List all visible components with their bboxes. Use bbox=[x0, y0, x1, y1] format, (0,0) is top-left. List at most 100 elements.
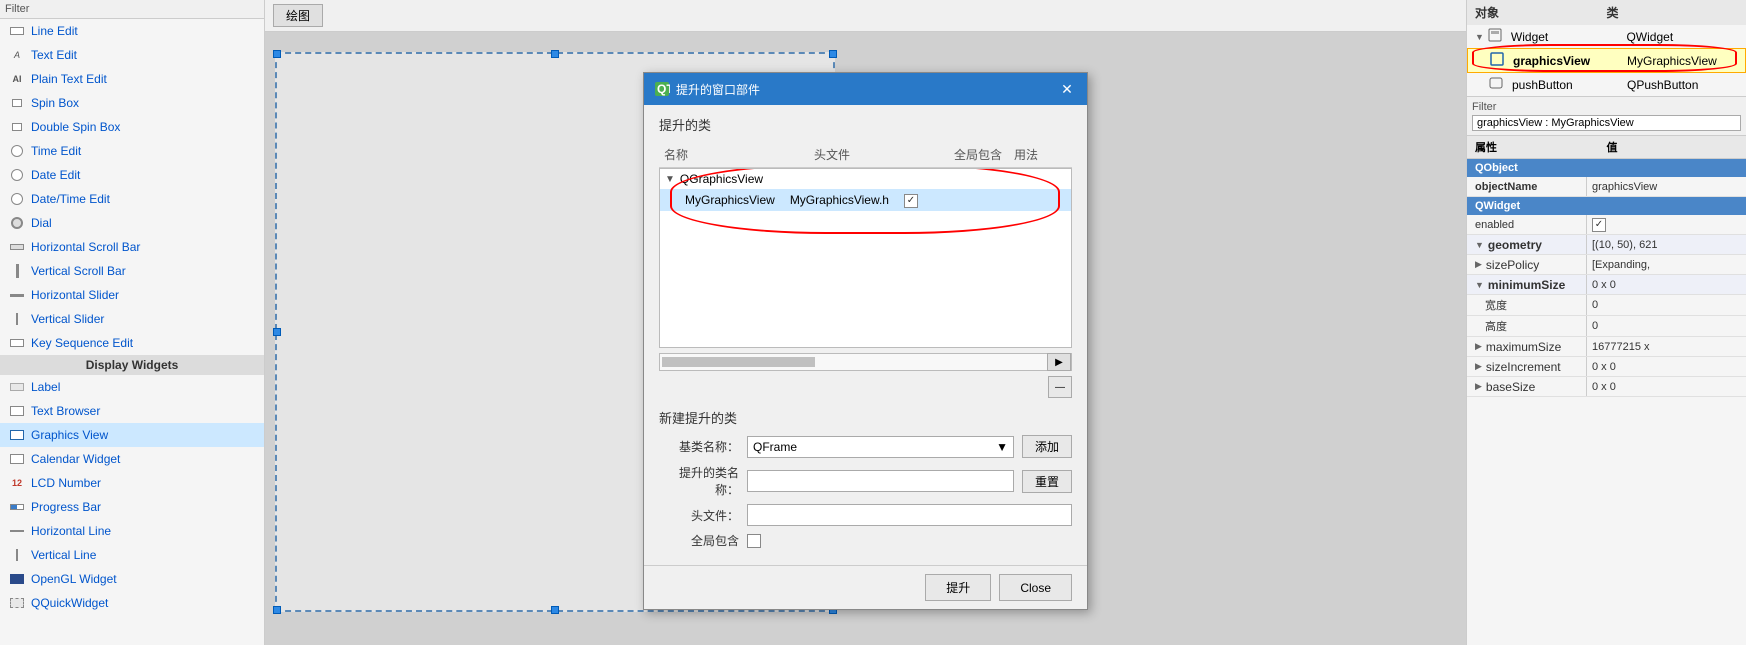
expand-icon[interactable]: ▶ bbox=[1475, 259, 1482, 270]
scrollbar-area: ▶ bbox=[659, 353, 1072, 371]
tree-child-row[interactable]: MyGraphicsView MyGraphicsView.h bbox=[660, 189, 1071, 211]
reset-button[interactable]: 重置 bbox=[1022, 470, 1072, 493]
sizeincrement-row[interactable]: ▶ sizeIncrement 0 x 0 bbox=[1467, 357, 1746, 377]
minimumsize-prop: ▼ minimumSize bbox=[1467, 275, 1587, 294]
hline-icon bbox=[8, 522, 26, 540]
enabled-value[interactable] bbox=[1587, 215, 1746, 234]
sidebar-item-vscrollbar[interactable]: Vertical Scroll Bar bbox=[0, 259, 264, 283]
chevron-down-icon: ▼ bbox=[1475, 32, 1484, 42]
objectname-value[interactable]: graphicsView bbox=[1587, 177, 1746, 196]
sidebar-scroll[interactable]: Line Edit A Text Edit AI Plain Text Edit… bbox=[0, 19, 264, 645]
expand-icon[interactable]: ▼ bbox=[1475, 240, 1484, 250]
hslider-icon bbox=[8, 286, 26, 304]
height-row[interactable]: 高度 0 bbox=[1467, 316, 1746, 337]
expand-icon[interactable]: ▼ bbox=[1475, 280, 1484, 290]
sidebar-item-dial[interactable]: Dial bbox=[0, 211, 264, 235]
sizepolicy-row[interactable]: ▶ sizePolicy [Expanding, bbox=[1467, 255, 1746, 275]
tree-child-checkbox[interactable] bbox=[904, 192, 918, 208]
plaintextedit-icon: AI bbox=[8, 70, 26, 88]
sidebar-item-hscrollbar[interactable]: Horizontal Scroll Bar bbox=[0, 235, 264, 259]
sidebar-item-horizontal-line[interactable]: Horizontal Line bbox=[0, 519, 264, 543]
promote-button[interactable]: 提升 bbox=[925, 574, 991, 601]
global-include-check[interactable] bbox=[747, 534, 761, 548]
draw-button[interactable]: 绘图 bbox=[273, 4, 323, 27]
base-class-select[interactable]: QFrame ▼ bbox=[747, 436, 1014, 458]
sidebar-item-datetime-edit[interactable]: Date/Time Edit bbox=[0, 187, 264, 211]
tree-widget-item[interactable]: ▼ Widget QWidget bbox=[1467, 25, 1746, 48]
sidebar-item-text-browser[interactable]: Text Browser bbox=[0, 399, 264, 423]
graphicsview-tree-icon bbox=[1490, 52, 1504, 69]
sidebar-item-lcd-number[interactable]: 12 LCD Number bbox=[0, 471, 264, 495]
graphicsview-class: MyGraphicsView bbox=[1627, 54, 1737, 68]
vslider-icon bbox=[8, 310, 26, 328]
sidebar-item-double-spin-box[interactable]: Double Spin Box bbox=[0, 115, 264, 139]
tree-graphicsview-item[interactable]: graphicsView MyGraphicsView bbox=[1467, 48, 1746, 73]
minus-button[interactable]: — bbox=[1048, 376, 1072, 398]
sidebar-item-label: Text Edit bbox=[31, 48, 77, 62]
sidebar-item-hslider[interactable]: Horizontal Slider bbox=[0, 283, 264, 307]
right-filter-input[interactable] bbox=[1472, 115, 1741, 131]
sidebar-item-label: Double Spin Box bbox=[31, 120, 120, 134]
dialog-close-button[interactable]: ✕ bbox=[1057, 79, 1077, 99]
svg-text:QT: QT bbox=[657, 82, 670, 96]
enabled-row[interactable]: enabled bbox=[1467, 215, 1746, 235]
tree-pushbutton-item[interactable]: pushButton QPushButton bbox=[1467, 73, 1746, 96]
header-file-label: 头文件： bbox=[659, 507, 739, 524]
sidebar-item-qquick-widget[interactable]: QQuickWidget bbox=[0, 591, 264, 615]
sidebar-item-graphics-view[interactable]: Graphics View bbox=[0, 423, 264, 447]
scroll-right-btn[interactable]: ▶ bbox=[1047, 353, 1071, 371]
section1-title: 提升的类 bbox=[659, 115, 1072, 134]
sidebar: Filter Line Edit A Text Edit AI Plain Te… bbox=[0, 0, 265, 645]
enabled-checkbox[interactable] bbox=[1592, 218, 1606, 232]
object-tree-header: 对象 类 bbox=[1467, 0, 1746, 25]
qt-icon: QT bbox=[654, 81, 670, 97]
header-file-input[interactable] bbox=[747, 504, 1072, 526]
sizepolicy-prop: ▶ sizePolicy bbox=[1467, 255, 1587, 274]
sidebar-item-progress-bar[interactable]: Progress Bar bbox=[0, 495, 264, 519]
height-value[interactable]: 0 bbox=[1587, 316, 1746, 336]
progressbar-icon bbox=[8, 498, 26, 516]
pushbutton-tree-icon bbox=[1489, 76, 1503, 93]
global-include-checkbox[interactable] bbox=[904, 194, 918, 208]
sidebar-item-plain-text-edit[interactable]: AI Plain Text Edit bbox=[0, 67, 264, 91]
graphicsview-icon bbox=[8, 426, 26, 444]
properties-table: QObject objectName graphicsView QWidget … bbox=[1467, 159, 1746, 645]
maximumsize-row[interactable]: ▶ maximumSize 16777215 x bbox=[1467, 337, 1746, 357]
promoted-name-row: 提升的类名称： 重置 bbox=[659, 464, 1072, 498]
promoted-name-label: 提升的类名称： bbox=[659, 464, 739, 498]
sidebar-item-label[interactable]: Label bbox=[0, 375, 264, 399]
geometry-row[interactable]: ▼ geometry [(10, 50), 621 bbox=[1467, 235, 1746, 255]
sidebar-item-calendar-widget[interactable]: Calendar Widget bbox=[0, 447, 264, 471]
expand-icon[interactable]: ▶ bbox=[1475, 381, 1482, 392]
spinbox-icon bbox=[8, 94, 26, 112]
chevron-down-icon: ▼ bbox=[665, 174, 675, 185]
add-button[interactable]: 添加 bbox=[1022, 435, 1072, 458]
sidebar-item-label: Horizontal Scroll Bar bbox=[31, 240, 140, 254]
sidebar-item-label: OpenGL Widget bbox=[31, 572, 117, 586]
basesize-row[interactable]: ▶ baseSize 0 x 0 bbox=[1467, 377, 1746, 397]
tree-parent-row[interactable]: ▼ QGraphicsView bbox=[660, 169, 1071, 189]
sidebar-item-opengl-widget[interactable]: OpenGL Widget bbox=[0, 567, 264, 591]
close-button[interactable]: Close bbox=[999, 574, 1072, 601]
sidebar-item-vslider[interactable]: Vertical Slider bbox=[0, 307, 264, 331]
promoted-name-input[interactable] bbox=[747, 470, 1014, 492]
sidebar-item-keyseq[interactable]: Key Sequence Edit bbox=[0, 331, 264, 355]
expand-icon[interactable]: ▶ bbox=[1475, 361, 1482, 372]
sidebar-item-time-edit[interactable]: Time Edit bbox=[0, 139, 264, 163]
sidebar-item-vertical-line[interactable]: Vertical Line bbox=[0, 543, 264, 567]
widget-icon bbox=[1488, 28, 1502, 45]
datetimeedit-icon bbox=[8, 190, 26, 208]
promoted-classes-tree[interactable]: ▼ QGraphicsView MyGraphicsView MyGraphic… bbox=[659, 168, 1072, 348]
sidebar-item-label: Vertical Scroll Bar bbox=[31, 264, 126, 278]
sidebar-item-line-edit[interactable]: Line Edit bbox=[0, 19, 264, 43]
width-value[interactable]: 0 bbox=[1587, 295, 1746, 315]
sidebar-item-label: Progress Bar bbox=[31, 500, 101, 514]
sidebar-item-text-edit[interactable]: A Text Edit bbox=[0, 43, 264, 67]
sidebar-item-spin-box[interactable]: Spin Box bbox=[0, 91, 264, 115]
minimumsize-row[interactable]: ▼ minimumSize 0 x 0 bbox=[1467, 275, 1746, 295]
dialog-body: 提升的类 名称 头文件 全局包含 用法 ▼ QGraphicsView bbox=[644, 105, 1087, 565]
width-row[interactable]: 宽度 0 bbox=[1467, 295, 1746, 316]
sidebar-item-date-edit[interactable]: Date Edit bbox=[0, 163, 264, 187]
expand-icon[interactable]: ▶ bbox=[1475, 341, 1482, 352]
objectname-row[interactable]: objectName graphicsView bbox=[1467, 177, 1746, 197]
